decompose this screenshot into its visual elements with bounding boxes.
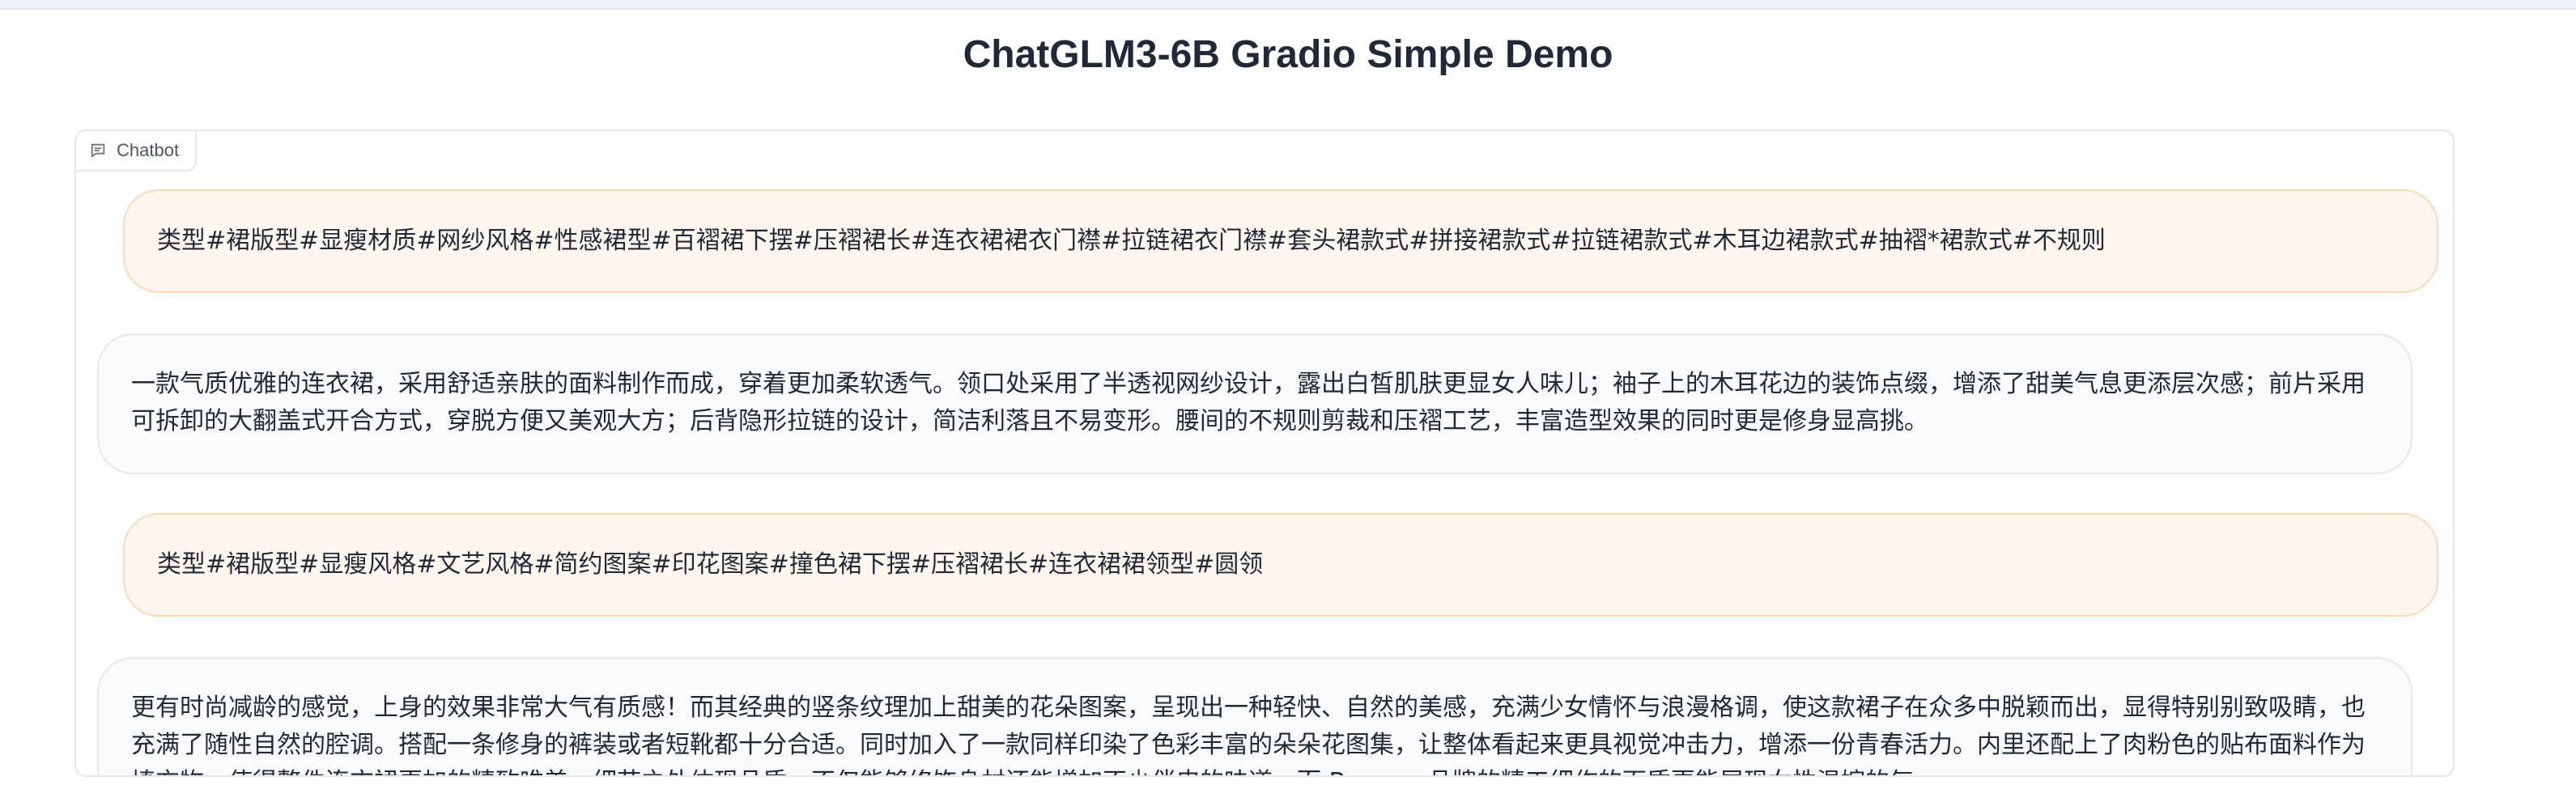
message-text: 类型#裙版型#显瘦材质#网纱风格#性感裙型#百褶裙下摆#压褶裙长#连衣裙裙衣门襟…: [157, 227, 2106, 255]
chat-bubble-icon: [89, 142, 107, 159]
message-text: 更有时尚减龄的感觉，上身的效果非常大气有质感！而其经典的竖条纹理加上甜美的花朵图…: [131, 694, 2366, 775]
page-title: ChatGLM3-6B Gradio Simple Demo: [963, 33, 1613, 76]
chatbot-panel[interactable]: Chatbot 类型#裙版型#显瘦材质#网纱风格#性感裙型#百褶裙下摆#压褶裙长…: [74, 129, 2455, 777]
message-text: 一款气质优雅的连衣裙，采用舒适亲肤的面料制作而成，穿着更加柔软透气。领口处采用了…: [131, 370, 2366, 435]
bot-message: 一款气质优雅的连衣裙，采用舒适亲肤的面料制作而成，穿着更加柔软透气。领口处采用了…: [97, 333, 2412, 474]
chatbot-label: Chatbot: [76, 131, 198, 172]
browser-top-strip: [0, 0, 2576, 10]
bot-message: 更有时尚减龄的感觉，上身的效果非常大气有质感！而其经典的竖条纹理加上甜美的花朵图…: [97, 657, 2412, 775]
chatbot-label-text: Chatbot: [117, 140, 180, 160]
message-text: 类型#裙版型#显瘦风格#文艺风格#简约图案#印花图案#撞色裙下摆#压褶裙长#连衣…: [157, 550, 1264, 579]
user-message: 类型#裙版型#显瘦材质#网纱风格#性感裙型#百褶裙下摆#压褶裙长#连衣裙裙衣门襟…: [123, 189, 2438, 293]
user-message: 类型#裙版型#显瘦风格#文艺风格#简约图案#印花图案#撞色裙下摆#压褶裙长#连衣…: [123, 513, 2438, 617]
